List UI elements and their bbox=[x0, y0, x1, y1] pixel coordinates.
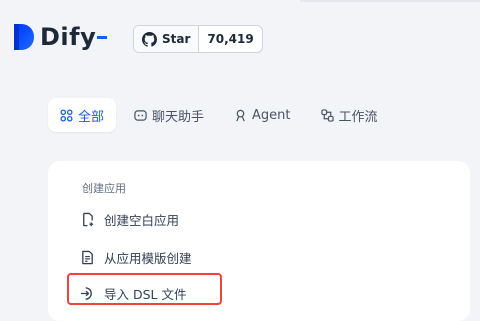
dify-logo-mark-icon bbox=[14, 24, 34, 50]
tab-chat-assistant-label: 聊天助手 bbox=[152, 109, 205, 125]
tab-workflow-label: 工作流 bbox=[338, 109, 378, 125]
app-type-tabs: 全部 聊天助手 Agent 工作流 bbox=[48, 98, 396, 132]
tab-workflow[interactable]: 工作流 bbox=[309, 98, 390, 132]
github-star-button[interactable]: Star 70,419 bbox=[133, 25, 263, 53]
github-icon bbox=[142, 31, 157, 47]
github-star-count: 70,419 bbox=[207, 32, 254, 46]
workflow-icon bbox=[320, 108, 334, 122]
tab-all-label: 全部 bbox=[78, 109, 105, 125]
top-header: Dify Star 70,419 bbox=[0, 0, 480, 68]
create-app-section-title: 创建应用 bbox=[82, 182, 126, 195]
logo-text: Dify bbox=[40, 23, 97, 51]
tab-chat-assistant[interactable]: 聊天助手 bbox=[122, 98, 216, 132]
tab-agent[interactable]: Agent bbox=[222, 98, 302, 132]
create-from-template-label: 从应用模版创建 bbox=[104, 250, 192, 266]
file-plus-icon bbox=[83, 212, 94, 226]
import-dsl-highlight-box bbox=[67, 273, 222, 305]
tab-all[interactable]: 全部 bbox=[48, 98, 117, 132]
agent-icon bbox=[236, 109, 245, 121]
create-blank-app-item[interactable]: 创建空白应用 bbox=[80, 207, 179, 231]
github-star-text: Star bbox=[162, 32, 191, 46]
header-divider bbox=[300, 0, 480, 2]
logo-underscore bbox=[97, 35, 108, 39]
tab-agent-label: Agent bbox=[252, 107, 291, 123]
dify-logo[interactable]: Dify bbox=[14, 23, 108, 51]
create-from-template-item[interactable]: 从应用模版创建 bbox=[80, 245, 192, 269]
grid-icon bbox=[60, 108, 73, 122]
file-template-icon bbox=[82, 250, 93, 264]
github-star-label-box[interactable]: Star bbox=[134, 26, 200, 52]
create-blank-app-label: 创建空白应用 bbox=[104, 212, 180, 228]
chat-icon bbox=[134, 109, 147, 121]
